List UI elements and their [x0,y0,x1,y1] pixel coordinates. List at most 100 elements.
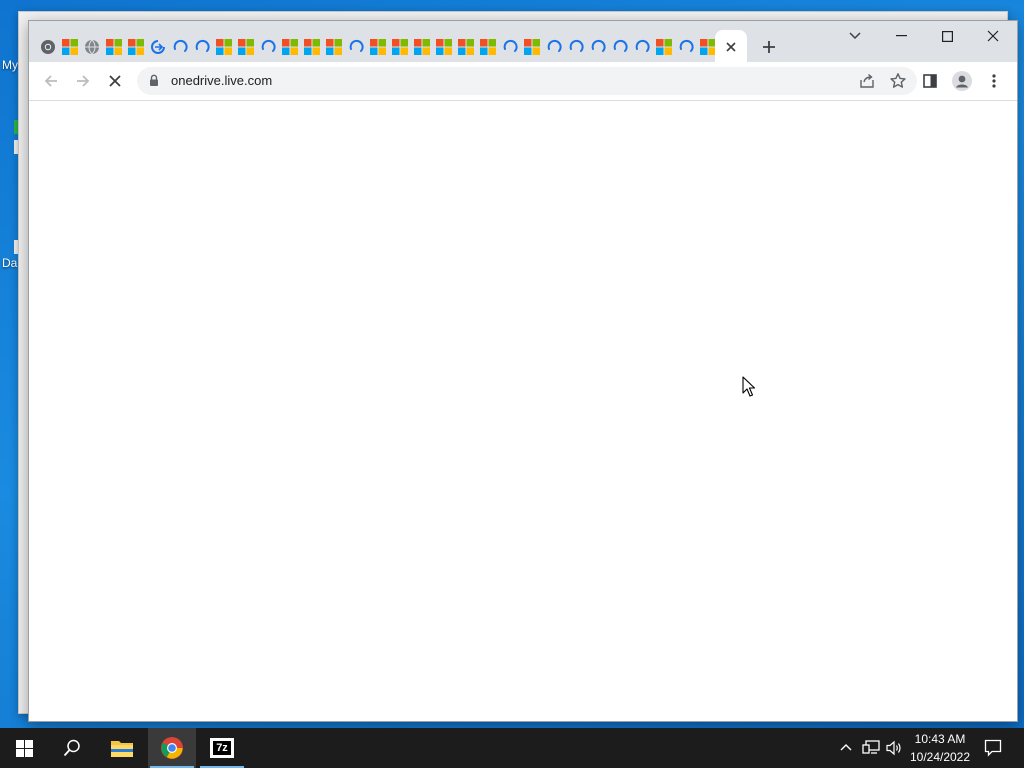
tab-24[interactable] [543,36,565,58]
microsoft-logo-icon [106,39,122,55]
tab-30[interactable] [675,36,697,58]
desktop-icon-label-da[interactable]: Da [2,256,17,270]
tab-8[interactable] [191,36,213,58]
menu-button[interactable] [979,66,1009,96]
tab-strip [29,21,1017,63]
close-window-button[interactable] [970,21,1016,51]
loading-spinner-icon [502,39,518,55]
active-tab[interactable] [715,30,747,63]
network-icon[interactable] [862,740,880,756]
7zip-label: 7z [213,741,231,755]
stop-loading-button[interactable] [100,66,130,96]
back-button[interactable] [36,66,66,96]
tab-15[interactable] [345,36,367,58]
tab-21[interactable] [477,36,499,58]
forward-arrow-icon [77,75,90,87]
tab-20[interactable] [455,36,477,58]
globe-icon [84,39,100,55]
close-icon[interactable] [725,41,737,53]
tab-17[interactable] [389,36,411,58]
chrome-icon [40,39,56,55]
clock-time: 10:43 AM [914,732,966,746]
bookmark-star-icon[interactable] [889,72,907,90]
tab-1[interactable] [37,36,59,58]
chrome-icon [161,737,183,759]
tab-18[interactable] [411,36,433,58]
tab-12[interactable] [279,36,301,58]
search-icon [63,739,80,757]
7zip-taskbar-button[interactable]: 7z [198,728,246,768]
chrome-taskbar-button[interactable] [148,728,196,768]
loading-spinner-icon [260,39,276,55]
loading-spinner-icon [590,39,606,55]
profile-button[interactable] [947,66,977,96]
tab-9[interactable] [213,36,235,58]
tab-14[interactable] [323,36,345,58]
volume-icon[interactable] [886,740,902,756]
microsoft-logo-icon [304,39,320,55]
maximize-icon [941,30,953,42]
search-button[interactable] [48,728,96,768]
tab-26[interactable] [587,36,609,58]
chevron-up-icon[interactable] [840,743,852,751]
tab-25[interactable] [565,36,587,58]
system-clock[interactable]: 10:43 AM 10/24/2022 [904,730,976,766]
loading-spinner-icon [678,39,694,55]
tab-6[interactable] [147,36,169,58]
address-bar[interactable]: onedrive.live.com [137,67,917,95]
desktop-icon-label-my[interactable]: My [2,58,18,72]
microsoft-logo-icon [370,39,386,55]
lock-icon[interactable] [149,74,159,87]
avatar-icon [952,71,972,91]
taskbar: 7z 10:43 AM 10/24/2022 [0,728,1024,768]
more-vertical-icon [992,74,996,88]
tab-search-button[interactable] [832,21,878,51]
loading-spinner-icon [612,39,628,55]
tab-29[interactable] [653,36,675,58]
tab-23[interactable] [521,36,543,58]
maximize-button[interactable] [924,21,970,51]
tab-4[interactable] [103,36,125,58]
tab-2[interactable] [59,36,81,58]
microsoft-logo-icon [700,39,716,55]
microsoft-logo-icon [62,39,78,55]
tab-3[interactable] [81,36,103,58]
share-icon[interactable] [859,73,875,89]
clock-date: 10/24/2022 [909,750,971,764]
new-tab-button[interactable] [755,35,783,59]
loading-spinner-icon [568,39,584,55]
tab-7[interactable] [169,36,191,58]
minimize-button[interactable] [878,21,924,51]
tab-16[interactable] [367,36,389,58]
loading-spinner-icon [546,39,562,55]
loading-spinner-icon [194,39,210,55]
microsoft-logo-icon [216,39,232,55]
tab-28[interactable] [631,36,653,58]
start-button[interactable] [0,728,48,768]
tab-5[interactable] [125,36,147,58]
tab-list [37,34,719,60]
back-arrow-icon [44,75,57,87]
loading-spinner-icon [172,39,188,55]
side-panel-icon [923,74,937,88]
windows-logo-icon [15,739,33,757]
onedrive-sync-icon [150,39,166,55]
tab-27[interactable] [609,36,631,58]
tab-10[interactable] [235,36,257,58]
microsoft-logo-icon [458,39,474,55]
file-explorer-button[interactable] [98,728,146,768]
notification-icon[interactable] [984,739,1002,757]
tab-22[interactable] [499,36,521,58]
microsoft-logo-icon [414,39,430,55]
stop-icon [109,75,121,87]
tab-11[interactable] [257,36,279,58]
tab-19[interactable] [433,36,455,58]
url-text[interactable]: onedrive.live.com [171,73,272,88]
page-content[interactable] [29,101,1017,721]
7zip-icon: 7z [210,738,234,758]
close-icon [987,30,999,42]
browser-toolbar: onedrive.live.com [29,62,1017,101]
side-panel-button[interactable] [915,66,945,96]
tab-13[interactable] [301,36,323,58]
forward-button[interactable] [68,66,98,96]
